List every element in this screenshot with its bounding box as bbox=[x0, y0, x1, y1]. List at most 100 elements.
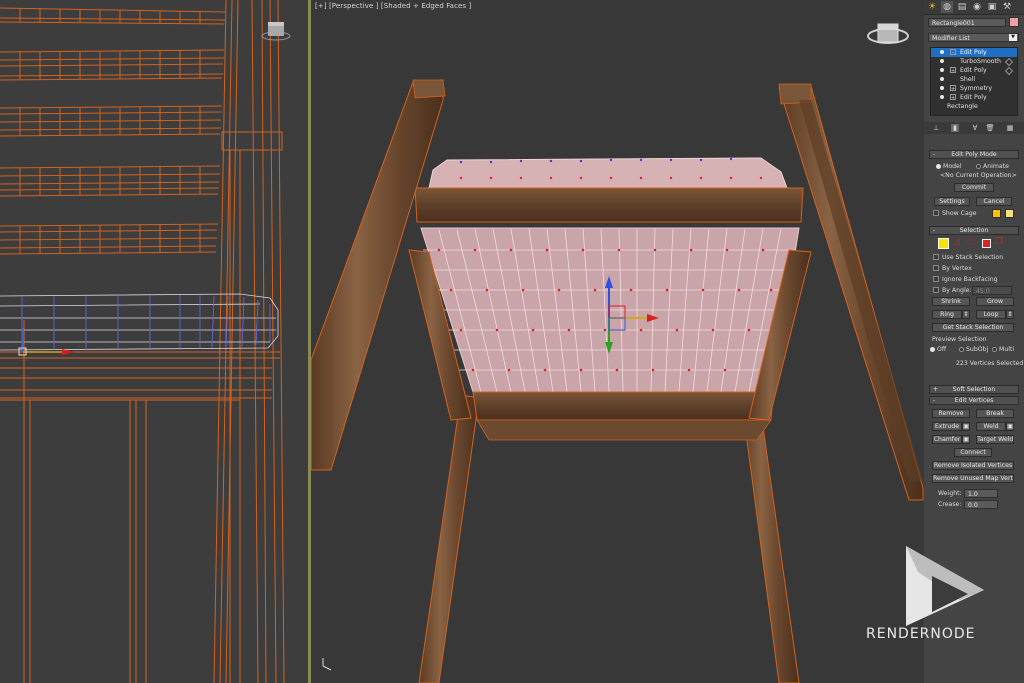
left-viewport[interactable] bbox=[0, 0, 308, 683]
chamfer-button[interactable]: Chamfer bbox=[932, 435, 962, 444]
motion-tab-icon[interactable]: ◉ bbox=[971, 1, 983, 13]
remove-unused-map-verts-button[interactable]: Remove Unused Map Verts bbox=[932, 474, 1014, 483]
bulb-icon[interactable] bbox=[940, 50, 944, 54]
edit-vertices-rollout[interactable]: - Edit Vertices bbox=[929, 396, 1019, 405]
weld-settings-icon[interactable]: ▣ bbox=[1006, 422, 1014, 431]
modifier-list-dropdown[interactable]: Modifier List ▼ bbox=[928, 33, 1019, 42]
utilities-tab-icon[interactable]: ⚒ bbox=[1001, 1, 1013, 13]
show-end-result-icon[interactable]: ▮ bbox=[951, 124, 959, 132]
shrink-button[interactable]: Shrink bbox=[932, 297, 970, 306]
soft-selection-rollout[interactable]: + Soft Selection bbox=[929, 385, 1019, 394]
pin-icon[interactable] bbox=[1005, 58, 1013, 66]
loop-button[interactable]: Loop bbox=[976, 310, 1006, 319]
rollout-title: Soft Selection bbox=[952, 386, 996, 393]
selection-rollout[interactable]: - Selection bbox=[929, 226, 1019, 235]
stack-item-shell[interactable]: Shell bbox=[931, 75, 1017, 84]
bulb-icon[interactable] bbox=[940, 68, 944, 72]
expand-icon[interactable]: + bbox=[950, 94, 956, 101]
by-angle-label: By Angle: bbox=[942, 287, 972, 294]
expand-icon[interactable]: + bbox=[950, 67, 956, 74]
edge-mode-icon[interactable]: ◿ bbox=[953, 238, 962, 247]
preview-off-radio[interactable]: Off bbox=[930, 345, 946, 354]
ring-spinner[interactable]: ⇕ bbox=[962, 310, 970, 319]
show-cage-checkbox[interactable]: Show Cage bbox=[933, 209, 977, 218]
bulb-icon[interactable] bbox=[940, 77, 944, 81]
break-button[interactable]: Break bbox=[976, 409, 1014, 418]
rollout-title: Selection bbox=[959, 227, 989, 234]
connect-button[interactable]: Connect bbox=[954, 448, 992, 457]
element-mode-icon[interactable]: ❐ bbox=[995, 238, 1004, 247]
viewport-label[interactable]: [+] [Perspective ] [Shaded + Edged Faces… bbox=[315, 2, 471, 10]
chamfer-settings-icon[interactable]: ▣ bbox=[962, 435, 970, 444]
configure-sets-icon[interactable]: ▦ bbox=[1006, 124, 1014, 132]
polygon-mode-icon[interactable] bbox=[982, 239, 991, 248]
get-stack-selection-button[interactable]: Get Stack Selection bbox=[932, 323, 1014, 332]
loop-spinner[interactable]: ⇕ bbox=[1006, 310, 1014, 319]
stack-item-label: Edit Poly bbox=[960, 67, 987, 74]
by-angle-checkbox[interactable]: By Angle: bbox=[933, 286, 972, 295]
target-weld-button[interactable]: Target Weld bbox=[976, 435, 1014, 444]
model-radio[interactable]: Model bbox=[936, 162, 962, 171]
extrude-settings-icon[interactable]: ▣ bbox=[962, 422, 970, 431]
bulb-icon[interactable] bbox=[940, 86, 944, 90]
weight-label: Weight: bbox=[938, 490, 962, 497]
ring-button[interactable]: Ring bbox=[932, 310, 962, 319]
stack-item-edit-poly-3[interactable]: + Edit Poly bbox=[931, 93, 1017, 102]
animate-radio[interactable]: Animate bbox=[976, 162, 1009, 171]
expand-icon[interactable]: + bbox=[950, 85, 956, 92]
remove-isolated-vertices-button[interactable]: Remove Isolated Vertices bbox=[932, 461, 1014, 470]
preview-subobj-radio[interactable]: SubObj bbox=[959, 345, 988, 354]
cage-selected-color-swatch[interactable] bbox=[1005, 209, 1014, 218]
extrude-button[interactable]: Extrude bbox=[932, 422, 962, 431]
weight-spinner[interactable]: 1.0 bbox=[964, 489, 998, 498]
remove-modifier-icon[interactable]: 🗑 bbox=[986, 124, 995, 132]
make-unique-icon[interactable]: ∀ bbox=[971, 124, 979, 132]
create-tab-icon[interactable]: ☀ bbox=[926, 1, 938, 13]
cancel-button[interactable]: Cancel bbox=[976, 197, 1012, 206]
remove-button[interactable]: Remove bbox=[932, 409, 970, 418]
display-tab-icon[interactable]: ▣ bbox=[986, 1, 998, 13]
grow-button[interactable]: Grow bbox=[976, 297, 1014, 306]
wireframe-view bbox=[0, 0, 291, 683]
stack-item-edit-poly-2[interactable]: + Edit Poly bbox=[931, 66, 1017, 75]
show-cage-label: Show Cage bbox=[942, 210, 977, 217]
stack-item-symmetry[interactable]: + Symmetry bbox=[931, 84, 1017, 93]
hierarchy-tab-icon[interactable]: ▤ bbox=[956, 1, 968, 13]
crease-spinner[interactable]: 0.0 bbox=[964, 500, 998, 509]
modify-tab-icon[interactable]: ◍ bbox=[941, 1, 953, 13]
perspective-viewport[interactable]: [+] [Perspective ] [Shaded + Edged Faces… bbox=[311, 0, 924, 683]
by-vertex-checkbox[interactable]: By Vertex bbox=[933, 264, 972, 273]
expand-icon[interactable]: - bbox=[950, 49, 956, 56]
border-mode-icon[interactable]: ◌ bbox=[967, 238, 976, 247]
use-stack-selection-checkbox[interactable]: Use Stack Selection bbox=[933, 253, 1003, 262]
perspective-scene bbox=[311, 23, 924, 683]
stack-item-label: TurboSmooth bbox=[960, 58, 1001, 65]
stack-item-edit-poly[interactable]: - Edit Poly bbox=[931, 48, 1017, 57]
commit-button[interactable]: Commit bbox=[954, 183, 994, 192]
selection-status: 223 Vertices Selected bbox=[956, 360, 1024, 367]
crease-label: Crease: bbox=[938, 501, 962, 508]
pin-icon[interactable] bbox=[1005, 67, 1013, 75]
modifier-list-label: Modifier List bbox=[932, 35, 970, 42]
vertex-mode-icon[interactable] bbox=[938, 238, 949, 249]
edit-poly-mode-rollout[interactable]: - Edit Poly Mode bbox=[929, 150, 1019, 159]
object-name-field[interactable]: Rectangle001 bbox=[928, 18, 1006, 27]
bulb-icon[interactable] bbox=[940, 95, 944, 99]
use-stack-label: Use Stack Selection bbox=[942, 254, 1004, 261]
ignore-backfacing-label: Ignore Backfacing bbox=[942, 276, 998, 283]
weld-button[interactable]: Weld bbox=[976, 422, 1006, 431]
ignore-backfacing-checkbox[interactable]: Ignore Backfacing bbox=[933, 275, 998, 284]
cage-color-swatch[interactable] bbox=[992, 209, 1001, 218]
modifier-stack[interactable]: - Edit Poly TurboSmooth + Edit Poly Shel… bbox=[930, 47, 1018, 116]
dropdown-arrow-icon: ▼ bbox=[1009, 34, 1017, 41]
stack-item-turbosmooth[interactable]: TurboSmooth bbox=[931, 57, 1017, 66]
stack-item-label: Rectangle bbox=[947, 103, 978, 110]
stack-item-rectangle[interactable]: Rectangle bbox=[931, 102, 1017, 111]
preview-multi-radio[interactable]: Multi bbox=[992, 345, 1014, 354]
settings-button[interactable]: Settings bbox=[934, 197, 970, 206]
object-color-swatch[interactable] bbox=[1009, 17, 1019, 27]
bulb-icon[interactable] bbox=[940, 59, 944, 63]
preview-selection-label: Preview Selection bbox=[932, 336, 987, 343]
angle-spinner[interactable]: 45.0 bbox=[972, 286, 1012, 295]
pin-stack-icon[interactable]: ⊥ bbox=[932, 124, 940, 132]
